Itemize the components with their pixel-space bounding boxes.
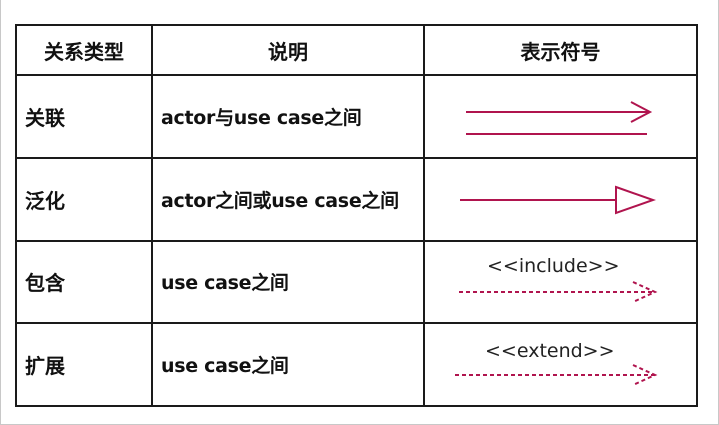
table-row: 扩展 use case之间 <<extend>> <box>15 322 698 407</box>
relation-type: 关联 <box>15 74 153 159</box>
extend-arrow-icon: <<extend>> <box>455 340 658 387</box>
generalization-symbol <box>423 156 698 242</box>
relation-type: 包含 <box>15 239 153 325</box>
relation-description: actor之间或use case之间 <box>151 156 425 242</box>
association-arrow-icon <box>466 100 653 135</box>
table-row: 泛化 actor之间或use case之间 <box>15 156 698 242</box>
include-symbol: <<include>> <box>423 239 698 325</box>
header-row: 关系类型 说明 表示符号 <box>15 24 698 76</box>
relation-type: 扩展 <box>15 322 153 407</box>
association-symbol <box>423 74 698 159</box>
header-type: 关系类型 <box>15 24 153 76</box>
relation-description: use case之间 <box>151 239 425 325</box>
relationship-table: 关系类型 说明 表示符号 关联 actor与use case之间 泛化 acto… <box>15 24 698 407</box>
table-row: 关联 actor与use case之间 <box>15 74 698 159</box>
table-row: 包含 use case之间 <<include>> <box>15 239 698 325</box>
relation-type: 泛化 <box>15 156 153 242</box>
header-description: 说明 <box>151 24 425 76</box>
extend-symbol: <<extend>> <box>423 322 698 407</box>
relation-description: actor与use case之间 <box>151 74 425 159</box>
include-stereotype-label: <<include>> <box>487 255 620 277</box>
generalization-arrow-icon <box>460 185 657 215</box>
include-arrow-icon: <<include>> <box>459 255 658 304</box>
extend-stereotype-label: <<extend>> <box>485 340 615 362</box>
header-symbol: 表示符号 <box>423 24 698 76</box>
relation-description: use case之间 <box>151 322 425 407</box>
